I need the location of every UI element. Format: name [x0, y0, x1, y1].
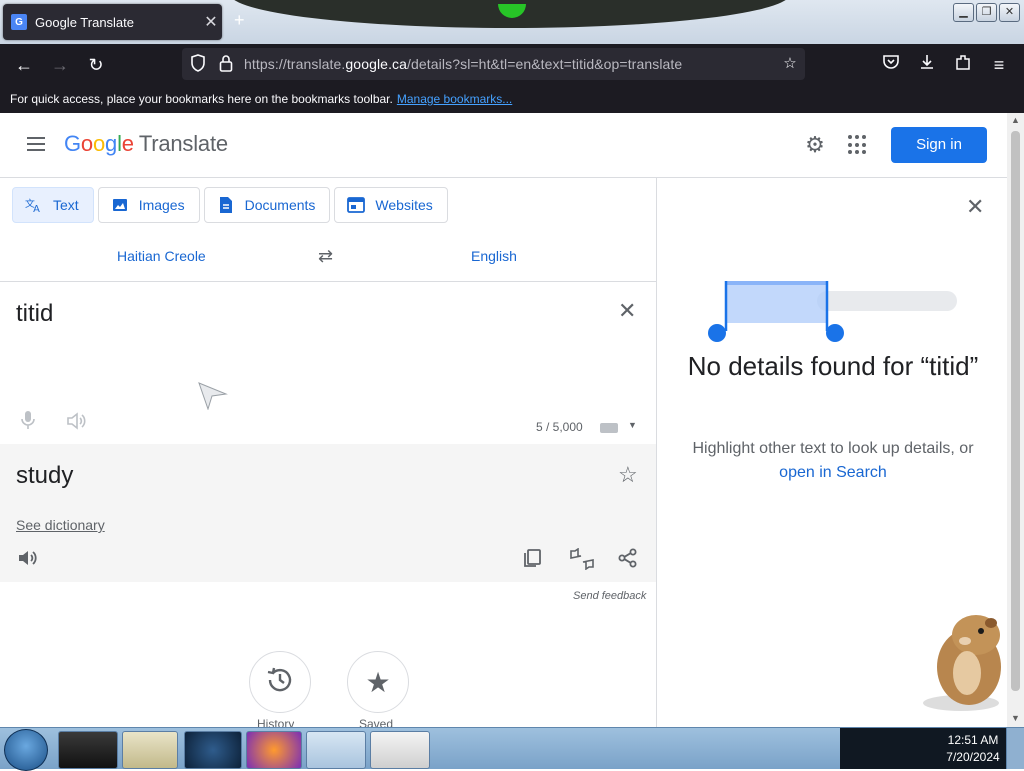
tab-text[interactable]: 文A Text	[12, 187, 94, 223]
close-tab-icon[interactable]: ✕	[200, 12, 222, 32]
back-arrow-icon[interactable]: ←	[11, 52, 37, 78]
taskbar-app-media-player[interactable]	[122, 731, 178, 769]
chevron-down-icon[interactable]: ▼	[628, 420, 637, 430]
google-apps-icon[interactable]	[848, 135, 868, 155]
image-icon	[111, 196, 129, 214]
bookmark-star-icon[interactable]: ☆	[780, 54, 800, 74]
window-titlebar: G Google Translate ✕ + ▁ ❐ ✕	[0, 0, 1024, 44]
menu-icon[interactable]: ≡	[986, 52, 1012, 78]
system-clock[interactable]: 12:51 AM 7/20/2024	[940, 728, 1006, 769]
character-count: 5 / 5,000	[536, 420, 583, 434]
address-bar[interactable]: https://translate.google.ca/details?sl=h…	[182, 48, 805, 80]
minimize-button[interactable]: ▁	[953, 3, 974, 22]
browser-tab[interactable]: G Google Translate ✕	[3, 4, 222, 40]
system-tray[interactable]	[840, 728, 940, 769]
svg-text:A: A	[33, 204, 40, 214]
save-translation-star-icon[interactable]: ☆	[618, 462, 638, 488]
swap-languages-icon[interactable]: ⇄	[318, 246, 333, 267]
tab-images[interactable]: Images	[97, 187, 200, 223]
taskbar-app-7zip[interactable]	[370, 731, 430, 769]
tracking-shield-icon[interactable]	[188, 54, 208, 74]
document-icon	[217, 196, 235, 214]
translate-page: Google Translate ⚙ Sign in 文A Text Images	[0, 113, 1007, 727]
rate-translation-icon[interactable]	[569, 547, 595, 571]
scrollbar-thumb[interactable]	[1011, 131, 1020, 691]
show-desktop-button[interactable]	[1006, 728, 1024, 769]
maximize-button[interactable]: ❐	[976, 3, 997, 22]
send-feedback-link[interactable]: Send feedback	[573, 590, 646, 602]
keyboard-icon[interactable]	[600, 423, 618, 433]
website-icon	[347, 196, 366, 214]
mouse-pointer-icon	[198, 382, 228, 415]
tab-websites[interactable]: Websites	[334, 187, 448, 223]
sign-in-button[interactable]: Sign in	[891, 127, 987, 163]
taskbar-app-terminal[interactable]	[58, 731, 118, 769]
manage-bookmarks-link[interactable]: Manage bookmarks...	[397, 92, 512, 106]
extensions-icon[interactable]	[950, 52, 976, 78]
navigation-toolbar: ← → ↻ https://translate.google.ca/detail…	[0, 44, 1024, 85]
hamster-desktop-pet[interactable]	[921, 603, 1007, 713]
history-icon	[265, 665, 295, 700]
bookmarks-toolbar: For quick access, place your bookmarks h…	[0, 85, 1024, 113]
url-text[interactable]: https://translate.google.ca/details?sl=h…	[244, 56, 682, 72]
translate-icon: 文A	[25, 196, 43, 214]
scroll-up-icon[interactable]: ▲	[1007, 115, 1024, 125]
window-controls: ▁ ❐ ✕	[953, 3, 1020, 22]
page-scrollbar[interactable]: ▲ ▼	[1007, 113, 1024, 727]
close-window-button[interactable]: ✕	[999, 3, 1020, 22]
no-details-illustration	[708, 281, 957, 342]
new-tab-icon[interactable]: +	[234, 10, 245, 31]
source-text-area[interactable]: titid ✕ 5 / 5,000 ▼	[0, 282, 656, 444]
page-header: Google Translate ⚙ Sign in	[0, 113, 1007, 178]
scroll-down-icon[interactable]: ▼	[1007, 713, 1024, 723]
taskbar-app-firefox[interactable]	[246, 731, 302, 769]
language-bar: Haitian Creole ⇄ English	[0, 234, 656, 282]
hamburger-menu-icon[interactable]	[24, 133, 48, 157]
listen-translation-icon[interactable]	[17, 548, 39, 570]
forward-arrow-icon[interactable]: →	[47, 52, 73, 78]
source-text[interactable]: titid	[16, 300, 53, 328]
clear-source-icon[interactable]: ✕	[618, 298, 636, 324]
lock-icon[interactable]	[216, 54, 236, 74]
mode-tabs: 文A Text Images Documents Websites	[12, 187, 448, 223]
no-details-title: No details found for “titid”	[687, 351, 979, 381]
start-button[interactable]	[4, 729, 48, 771]
see-dictionary-link[interactable]: See dictionary	[16, 517, 105, 533]
bookmarks-hint: For quick access, place your bookmarks h…	[10, 92, 513, 106]
source-language-button[interactable]: Haitian Creole	[117, 248, 206, 264]
translation-output: study ☆ See dictionary	[0, 444, 656, 582]
tab-title: Google Translate	[35, 14, 135, 30]
copy-icon[interactable]	[522, 548, 544, 570]
saved-button[interactable]: ★	[347, 651, 409, 713]
details-hint: Highlight other text to look up details,…	[692, 440, 974, 481]
listen-source-icon[interactable]	[66, 412, 88, 435]
saved-label: Saved	[359, 717, 394, 727]
share-icon[interactable]	[618, 548, 640, 570]
star-icon: ★	[365, 666, 391, 698]
translated-text: study	[16, 462, 74, 489]
reload-icon[interactable]: ↻	[83, 52, 109, 78]
history-button[interactable]	[249, 651, 311, 713]
google-translate-favicon-icon: G	[11, 14, 27, 30]
translation-pane: 文A Text Images Documents Websites Haitia…	[0, 178, 656, 727]
details-panel: ✕ No details found for “titid” Highlight…	[656, 178, 1007, 727]
target-language-button[interactable]: English	[471, 248, 517, 264]
taskbar-app-windows[interactable]	[306, 731, 366, 769]
google-translate-logo[interactable]: Google Translate	[64, 131, 228, 157]
close-details-icon[interactable]: ✕	[966, 194, 984, 220]
taskbar: 12:51 AM 7/20/2024	[0, 727, 1024, 771]
tab-documents[interactable]: Documents	[203, 187, 331, 223]
taskbar-app-globe[interactable]	[184, 731, 242, 769]
history-label: History	[257, 717, 295, 727]
pocket-icon[interactable]	[878, 52, 904, 78]
open-in-search-link[interactable]: open in Search	[779, 464, 887, 481]
microphone-icon[interactable]	[20, 410, 36, 435]
download-icon[interactable]	[914, 52, 940, 78]
settings-gear-icon[interactable]: ⚙	[803, 133, 827, 157]
